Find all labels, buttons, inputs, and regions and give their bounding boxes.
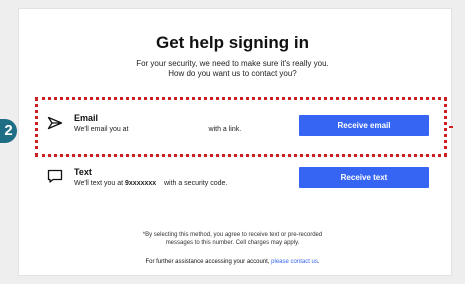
step-marker: 2 xyxy=(0,119,17,143)
message-icon xyxy=(47,169,63,183)
subtitle-line-1: For your security, we need to make sure … xyxy=(136,59,329,68)
text-option-title: Text xyxy=(74,167,92,177)
page-title: Get help signing in xyxy=(156,33,309,52)
text-option-description: We'll text you at 9xxxxxxx with a securi… xyxy=(74,180,227,187)
further-assistance: For further assistance accessing your ac… xyxy=(0,259,465,265)
subtitle-line-2: How do you want us to contact you? xyxy=(168,69,297,78)
further-end: . xyxy=(317,259,320,265)
further-text: For further assistance accessing your ac… xyxy=(145,259,270,265)
highlight-connector xyxy=(449,126,453,128)
receive-text-button[interactable]: Receive text xyxy=(299,167,429,188)
masked-phone-number: 9xxxxxxx xyxy=(125,180,157,187)
text-desc-suffix: with a security code. xyxy=(163,180,228,187)
text-desc-prefix: We'll text you at xyxy=(74,180,124,187)
disclaimer-line-2: messages to this number. Cell charges ma… xyxy=(165,240,300,246)
highlight-box xyxy=(35,97,447,157)
disclaimer: *By selecting this method, you agree to … xyxy=(0,231,465,247)
contact-link[interactable]: please contact us xyxy=(271,259,318,265)
disclaimer-line-1: *By selecting this method, you agree to … xyxy=(142,232,323,238)
page-subtitle: For your security, we need to make sure … xyxy=(0,59,465,79)
